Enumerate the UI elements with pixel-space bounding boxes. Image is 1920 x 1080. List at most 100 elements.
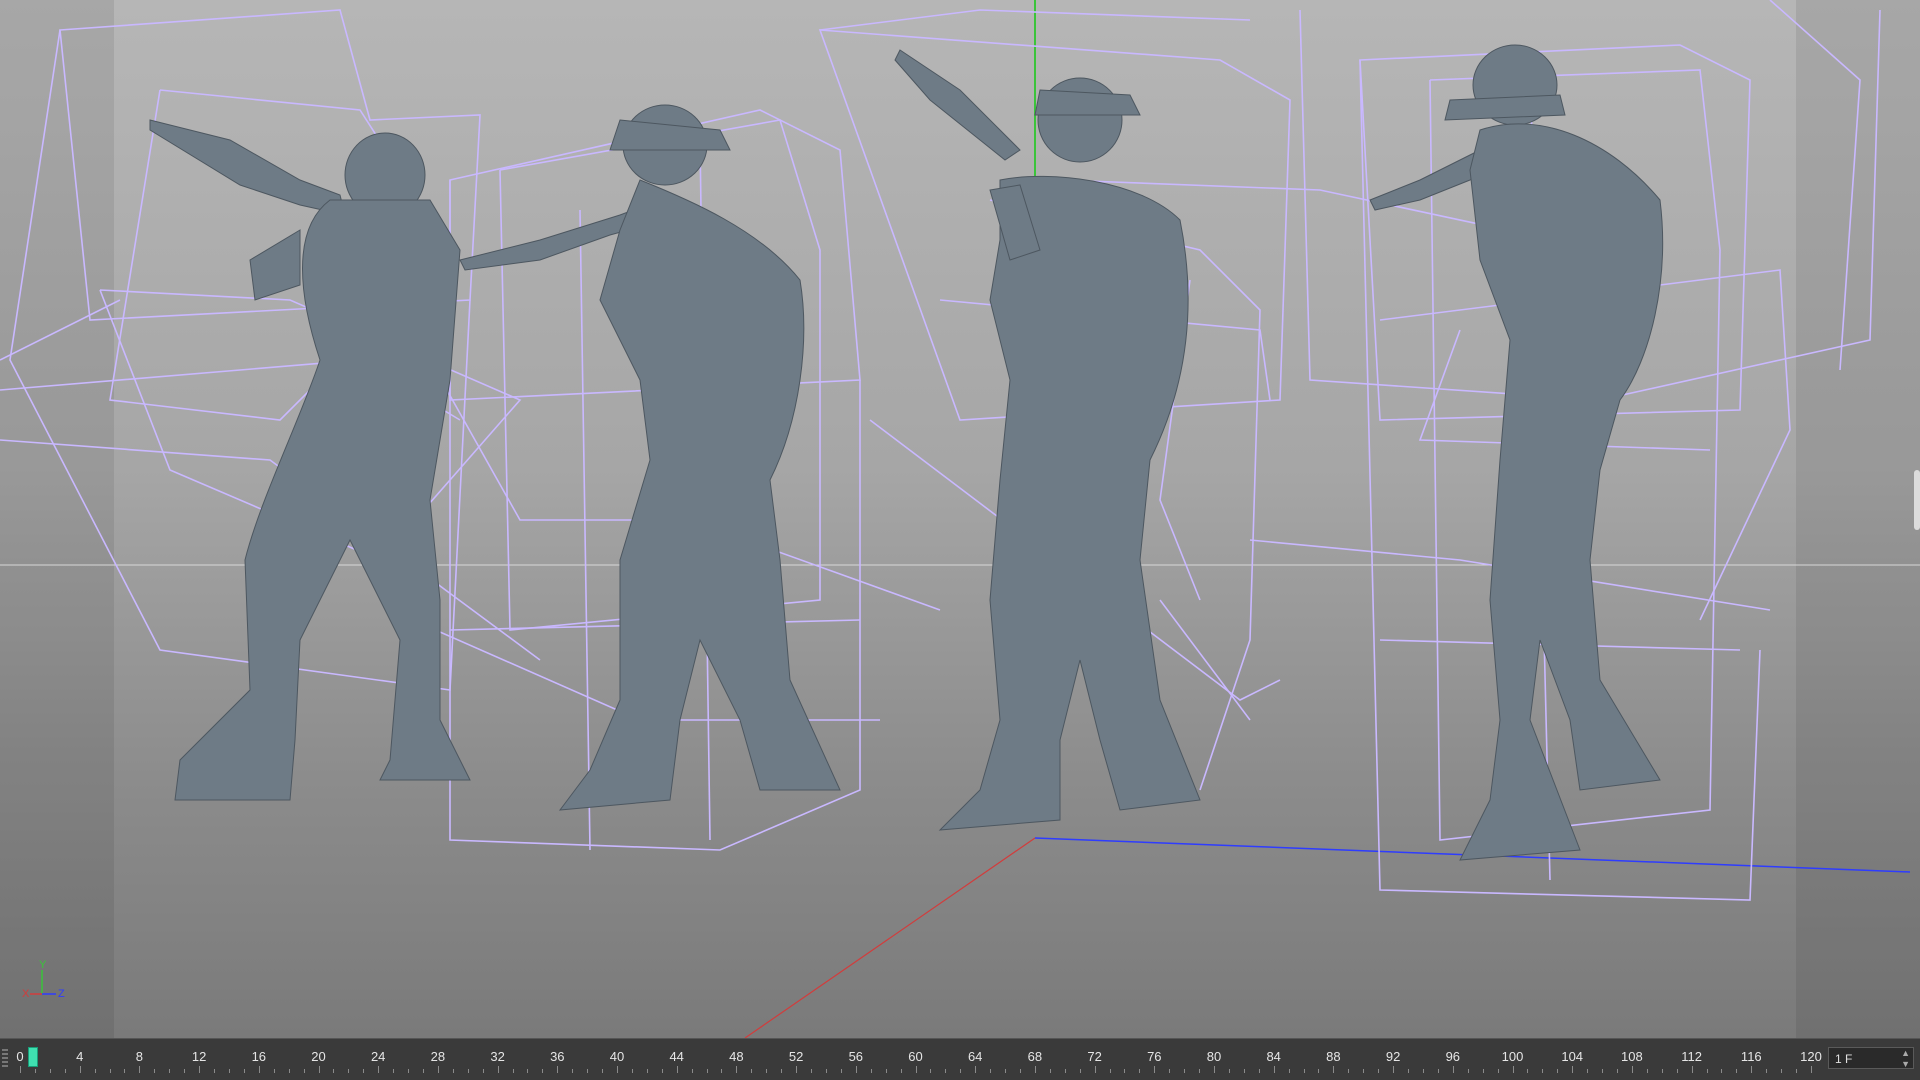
timeline-tick (572, 1069, 574, 1073)
timeline-tick (1736, 1069, 1738, 1073)
timeline-tick-label: 24 (370, 1049, 386, 1064)
timeline-tick-label: 60 (908, 1049, 923, 1064)
timeline-tick (109, 1069, 111, 1073)
timeline-tick (1497, 1069, 1499, 1073)
timeline-tick (1333, 1066, 1335, 1073)
timeline-tick (602, 1069, 604, 1073)
timeline-tick (1348, 1069, 1350, 1073)
timeline-tick (1766, 1069, 1768, 1073)
timeline-tick (422, 1069, 424, 1073)
timeline-tick (706, 1069, 708, 1073)
timeline-tick (184, 1069, 186, 1073)
timeline-tick (393, 1069, 395, 1073)
timeline-tick (915, 1066, 917, 1073)
timeline-tick-label: 100 (1501, 1049, 1524, 1064)
axis-gizmo: Y X Z (22, 960, 82, 1004)
timeline-tick (1214, 1066, 1215, 1073)
timeline-tick (691, 1069, 693, 1073)
timeline-tick (20, 1066, 21, 1073)
timeline-tick (1064, 1069, 1066, 1073)
timeline-tick (661, 1069, 663, 1073)
timeline-tick (154, 1069, 156, 1073)
timeline-tick (1288, 1069, 1290, 1073)
timeline-tick-label: 76 (1147, 1049, 1162, 1064)
timeline-tick (124, 1069, 126, 1073)
timeline-tick (34, 1069, 36, 1073)
timeline-tick (1109, 1069, 1111, 1073)
timeline-tick (214, 1069, 216, 1073)
timeline-tick (1408, 1069, 1410, 1073)
timeline-tick (945, 1069, 947, 1073)
timeline-tick (1049, 1069, 1051, 1073)
3d-viewport[interactable]: Y X Z (0, 0, 1920, 1038)
timeline-tick-label: 40 (609, 1049, 625, 1064)
timeline-tick (1258, 1069, 1260, 1073)
timeline-tick (363, 1069, 365, 1073)
timeline-tick (1721, 1069, 1723, 1073)
timeline-tick (527, 1069, 529, 1073)
timeline-tick (1303, 1069, 1305, 1073)
timeline-tick (378, 1066, 380, 1073)
timeline-tick (990, 1069, 992, 1073)
timeline-tick (1691, 1066, 1693, 1073)
gizmo-z-label: Z (58, 988, 65, 1000)
timeline-tick (228, 1069, 230, 1073)
timeline-tick (452, 1069, 454, 1073)
timeline-tick-label: 80 (1206, 1049, 1222, 1064)
timeline-tick-label: 64 (967, 1049, 983, 1064)
timeline-tick (1005, 1069, 1007, 1073)
timeline-tick (49, 1069, 51, 1073)
timeline-tick (169, 1069, 171, 1073)
viewport-scrollbar[interactable] (1914, 470, 1920, 530)
soldier-figures (149, 44, 1664, 861)
timeline-tick (1094, 1066, 1096, 1073)
timeline-tick (1154, 1066, 1156, 1073)
frame-field-value: 1 F (1835, 1052, 1853, 1066)
timeline-tick (243, 1069, 245, 1073)
frame-input-field[interactable]: 1 F ▲ ▼ (1828, 1047, 1914, 1069)
timeline-tick-label: 36 (550, 1049, 565, 1064)
drag-grip-icon[interactable] (2, 1049, 8, 1069)
timeline-tick-label: 92 (1385, 1049, 1401, 1064)
timeline-tick (1393, 1066, 1395, 1073)
timeline-tick-label: 84 (1266, 1049, 1281, 1064)
timeline-tick (408, 1069, 410, 1073)
timeline-tick-label: 72 (1087, 1049, 1102, 1064)
timeline-tick-label: 12 (191, 1049, 207, 1064)
timeline-tick (646, 1069, 648, 1073)
timeline-tick-label: 52 (788, 1049, 804, 1064)
timeline-bar[interactable]: 0 4 8 12 16 20 24 28 32 36 40 44 48 52 56 60 64 68 72 76 80 8… (0, 1038, 1920, 1080)
timeline-tick (1199, 1069, 1201, 1073)
timeline-tick-label: 32 (490, 1049, 505, 1064)
timeline-tick (721, 1069, 723, 1073)
timeline-tick (1781, 1069, 1783, 1073)
scene-render[interactable] (0, 0, 1920, 1038)
timeline-tick (1243, 1069, 1245, 1073)
timeline-tick (1616, 1069, 1618, 1073)
timeline-tick-label: 88 (1326, 1049, 1341, 1064)
timeline-tick (1482, 1069, 1484, 1073)
timeline-ruler[interactable]: 0 4 8 12 16 20 24 28 32 36 40 44 48 52 56 60 64 68 72 76 80 8… (14, 1043, 1822, 1077)
timeline-tick-label: 108 (1621, 1049, 1643, 1064)
timeline-tick (1796, 1069, 1798, 1073)
timeline-tick (840, 1069, 842, 1073)
playhead-handle[interactable] (28, 1047, 38, 1067)
timeline-tick (960, 1069, 962, 1073)
timeline-tick (542, 1069, 544, 1073)
timeline-tick (1557, 1069, 1559, 1073)
timeline-tick (796, 1066, 798, 1073)
timeline-tick (199, 1066, 201, 1073)
spinner-arrows-icon[interactable]: ▲ ▼ (1901, 1048, 1910, 1070)
timeline-tick-label: 20 (311, 1049, 326, 1064)
x-axis-line (744, 837, 1036, 1038)
timeline-tick (975, 1066, 977, 1073)
timeline-tick (303, 1069, 305, 1073)
gizmo-x-label: X (22, 988, 30, 1000)
timeline-tick-label: 96 (1445, 1049, 1461, 1064)
soldier-figure-2 (459, 104, 841, 811)
timeline-tick (766, 1069, 768, 1073)
timeline-tick (1661, 1069, 1663, 1073)
timeline-tick-label: 48 (729, 1049, 744, 1064)
timeline-tick (139, 1066, 141, 1073)
timeline-tick (781, 1069, 783, 1073)
